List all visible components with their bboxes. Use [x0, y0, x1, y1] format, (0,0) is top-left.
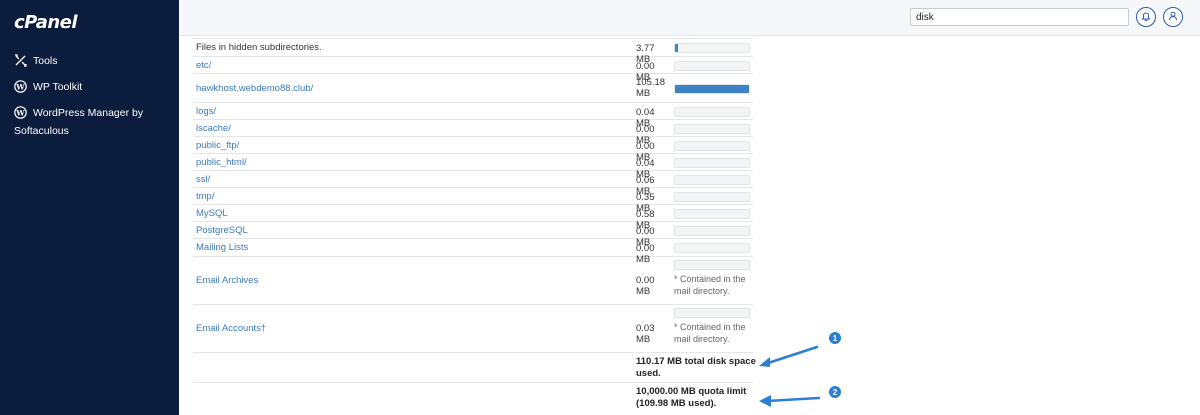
annotation-arrow-1: [759, 345, 819, 367]
wordpress-icon: W: [14, 80, 27, 93]
usage-bar: [674, 60, 750, 71]
table-row: PostgreSQL 0.00 MB: [193, 222, 753, 248]
sidebar: cPanel Tools W WP Toolkit W WordPress Ma…: [0, 0, 179, 415]
directory-link[interactable]: hawkhost.webdemo88.club/: [196, 83, 313, 94]
disk-usage-panel: Files in hidden subdirectories. 3.77 MB et…: [179, 36, 1200, 415]
directory-link[interactable]: public_html/: [196, 157, 247, 168]
usage-bar: [674, 157, 750, 168]
directory-link[interactable]: Email Accounts†: [196, 323, 266, 334]
table-row: public_html/0.04 MB: [193, 154, 753, 180]
size-value: 0.03 MB: [636, 323, 655, 345]
table-row: lscache/0.00 MB: [193, 120, 753, 146]
top-bar: [179, 0, 1200, 36]
table-row: Files in hidden subdirectories. 3.77 MB: [193, 39, 753, 65]
size-value: 0.00 MB: [636, 275, 655, 297]
sidebar-item-label: WP Toolkit: [33, 81, 83, 93]
user-menu-button[interactable]: [1163, 7, 1183, 27]
directory-link[interactable]: Mailing Lists: [196, 242, 248, 253]
usage-bar: [674, 43, 750, 53]
directory-link[interactable]: logs/: [196, 106, 216, 117]
directory-link[interactable]: tmp/: [196, 191, 214, 202]
directory-link[interactable]: lscache/: [196, 123, 231, 134]
directory-link[interactable]: Email Archives: [196, 275, 258, 286]
usage-bar: [674, 140, 750, 151]
usage-bar: [674, 260, 750, 270]
table-row: logs/0.04 MB: [193, 103, 753, 129]
table-row: Mailing Lists 0.00 MB: [193, 239, 753, 265]
user-icon: [1168, 11, 1178, 24]
table-row: ssl/0.06 MB: [193, 171, 753, 197]
table-row: Email Archives 0.00 MB * Contained in the …: [193, 257, 753, 305]
annotation-badge-1: 1: [829, 332, 841, 344]
svg-text:W: W: [15, 82, 25, 91]
usage-bar-fill: [675, 44, 678, 52]
usage-bar: [674, 123, 750, 134]
table-row: hawkhost.webdemo88.club/105.18 MB: [193, 74, 753, 103]
sidebar-item-wp-toolkit[interactable]: W WP Toolkit: [14, 78, 82, 96]
notifications-button[interactable]: [1136, 7, 1156, 27]
total-row: 110.17 MB total disk space used.: [193, 353, 756, 383]
usage-bar-fill: [675, 84, 749, 93]
bell-icon: [1141, 11, 1151, 24]
directory-link[interactable]: etc/: [196, 60, 211, 71]
directory-link[interactable]: public_ftp/: [196, 140, 239, 151]
table-row: Email Accounts† 0.03 MB * Contained in the…: [193, 305, 753, 353]
annotation-arrow-2: [759, 395, 821, 407]
sidebar-item-wordpress-manager[interactable]: W WordPress Manager by Softaculous: [14, 104, 164, 140]
cpanel-logo[interactable]: cPanel: [14, 12, 78, 33]
row-note: * Contained in the mail directory.: [674, 322, 746, 344]
sidebar-item-label: WordPress Manager by Softaculous: [14, 107, 144, 137]
usage-bar: [674, 243, 750, 253]
usage-bar: [674, 191, 750, 202]
directory-link[interactable]: MySQL: [196, 208, 228, 219]
directory-link[interactable]: ssl/: [196, 174, 210, 185]
table-row: MySQL 0.58 MB: [193, 205, 753, 231]
table-row: public_ftp/0.00 MB: [193, 137, 753, 163]
disk-usage-table: Files in hidden subdirectories. 3.77 MB et…: [193, 36, 756, 413]
search-input[interactable]: [910, 8, 1129, 26]
directory-link[interactable]: PostgreSQL: [196, 225, 248, 236]
tools-icon: [14, 54, 27, 67]
annotation-badge-2: 2: [829, 386, 841, 398]
row-label: Files in hidden subdirectories.: [196, 42, 322, 53]
sidebar-item-tools[interactable]: Tools: [14, 52, 58, 70]
table-row: tmp/0.35 MB: [193, 188, 753, 214]
usage-bar: [674, 308, 750, 318]
row-note: * Contained in the mail directory.: [674, 274, 746, 296]
usage-bar: [674, 225, 750, 236]
sidebar-item-label: Tools: [33, 55, 58, 67]
usage-bar: [674, 174, 750, 185]
size-value: 105.18 MB: [636, 77, 666, 99]
usage-bar: [674, 83, 750, 94]
table-row: etc/0.00 MB: [193, 57, 753, 83]
usage-bar: [674, 106, 750, 117]
usage-bar: [674, 208, 750, 219]
quota-row: 10,000.00 MB quota limit (109.98 MB used…: [193, 383, 753, 413]
